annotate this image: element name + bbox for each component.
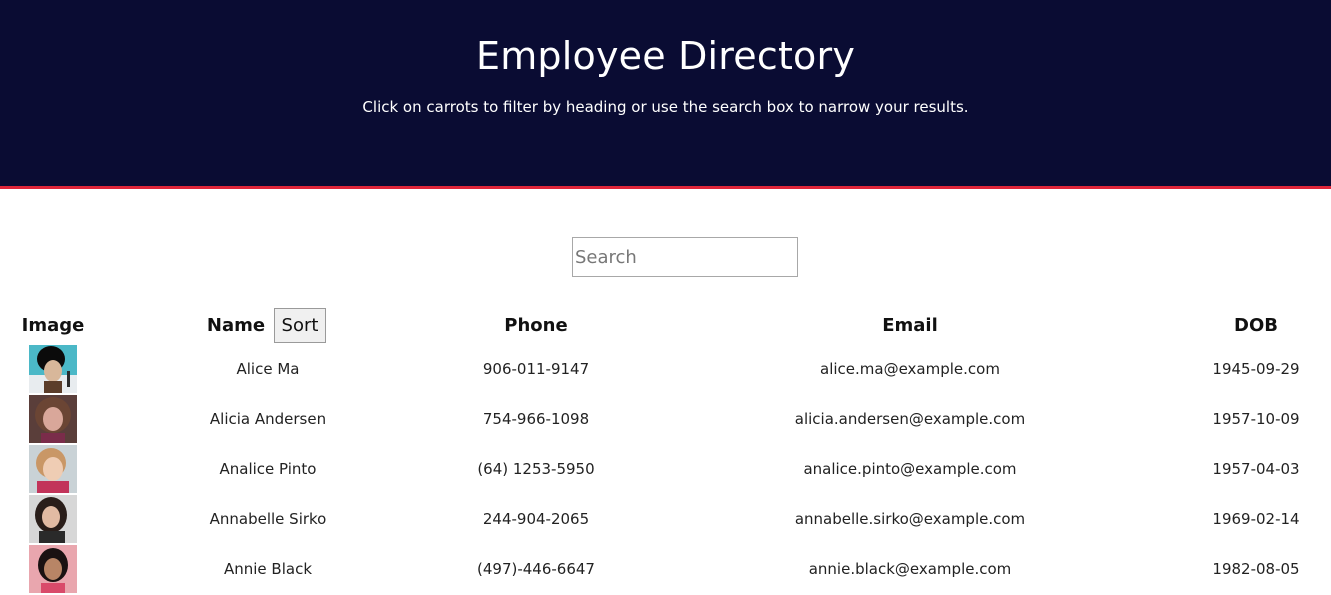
cell-phone: (497)-446-6647 xyxy=(477,560,595,578)
avatar xyxy=(29,395,77,443)
cell-dob: 1982-08-05 xyxy=(1212,560,1300,578)
cell-name: Analice Pinto xyxy=(219,460,317,478)
page-title: Employee Directory xyxy=(475,34,856,78)
cell-dob: 1957-04-03 xyxy=(1212,460,1300,478)
table-row: Annie Black (497)-446-6647 annie.black@e… xyxy=(0,545,1331,595)
cell-phone: 244-904-2065 xyxy=(482,510,590,528)
page-subtitle: Click on carrots to filter by heading or… xyxy=(362,98,969,116)
table-row: Alice Ma 906-011-9147 alice.ma@example.c… xyxy=(0,345,1331,395)
cell-name: Alicia Andersen xyxy=(209,410,327,428)
avatar xyxy=(29,345,77,393)
page-header: Employee Directory Click on carrots to f… xyxy=(0,0,1331,189)
avatar xyxy=(29,445,77,493)
sort-button[interactable]: Sort xyxy=(274,308,326,343)
cell-email: alicia.andersen@example.com xyxy=(794,410,1026,428)
header-image: Image xyxy=(21,315,85,336)
header-name: Name xyxy=(206,315,266,336)
cell-name: Alice Ma xyxy=(236,360,300,378)
cell-name: Annabelle Sirko xyxy=(209,510,327,528)
table-row: Alicia Andersen 754-966-1098 alicia.ande… xyxy=(0,395,1331,445)
cell-name: Annie Black xyxy=(223,560,313,578)
cell-email: annabelle.sirko@example.com xyxy=(794,510,1026,528)
cell-phone: 754-966-1098 xyxy=(482,410,590,428)
cell-email: annie.black@example.com xyxy=(808,560,1012,578)
cell-phone: 906-011-9147 xyxy=(482,360,590,378)
cell-dob: 1957-10-09 xyxy=(1212,410,1300,428)
cell-email: analice.pinto@example.com xyxy=(803,460,1017,478)
table-row: Analice Pinto (64) 1253-5950 analice.pin… xyxy=(0,445,1331,495)
cell-email: alice.ma@example.com xyxy=(820,360,1000,378)
table-row: Annabelle Sirko 244-904-2065 annabelle.s… xyxy=(0,495,1331,545)
header-phone: Phone xyxy=(504,315,568,336)
avatar xyxy=(29,495,77,543)
search-input[interactable] xyxy=(572,237,798,277)
header-dob: DOB xyxy=(1234,315,1278,336)
cell-dob: 1945-09-29 xyxy=(1212,360,1300,378)
cell-phone: (64) 1253-5950 xyxy=(477,460,595,478)
header-email: Email xyxy=(882,315,938,336)
avatar xyxy=(29,545,77,593)
cell-dob: 1969-02-14 xyxy=(1212,510,1300,528)
